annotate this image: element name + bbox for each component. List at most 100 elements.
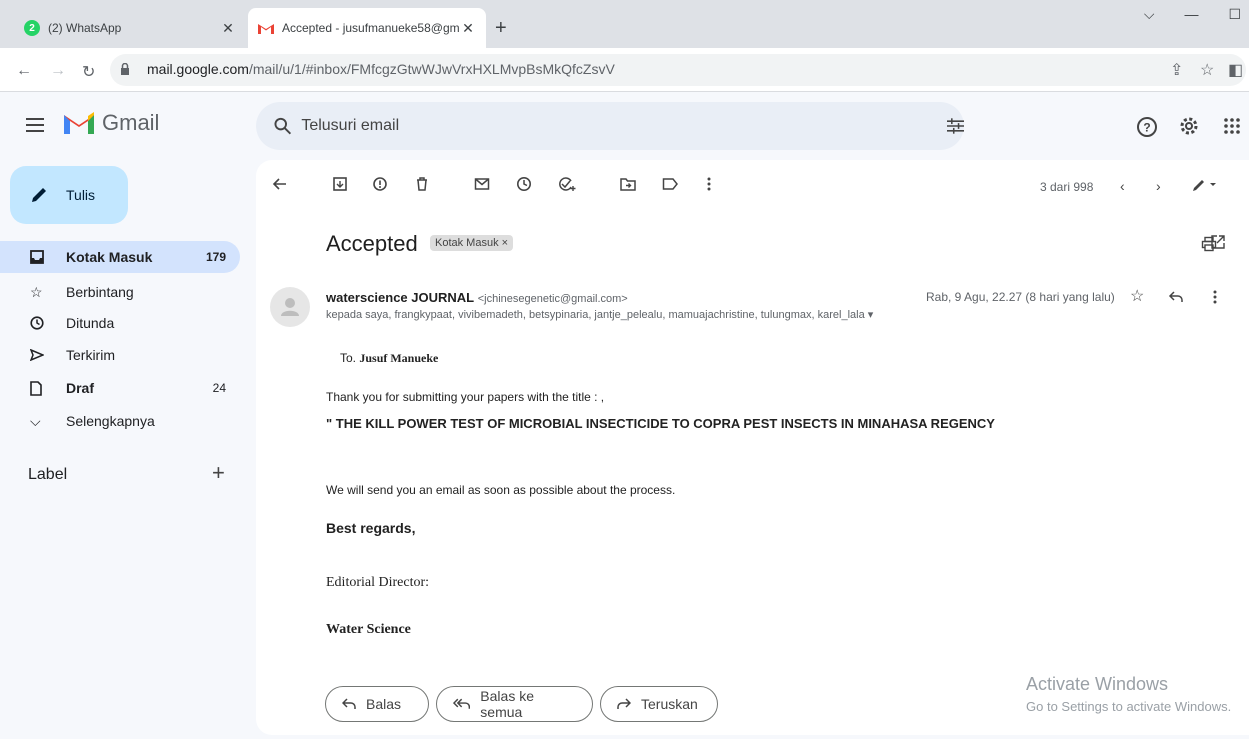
sidebar-item-label: Terkirim	[66, 347, 115, 363]
forward-arrow-icon	[617, 698, 631, 709]
add-task-icon[interactable]	[558, 176, 576, 192]
labels-heading: Label	[28, 466, 68, 483]
draft-count: 24	[212, 381, 226, 395]
search-options-icon[interactable]	[946, 118, 964, 134]
bookmark-star-icon[interactable]: ☆	[1200, 60, 1214, 80]
trash-icon[interactable]	[414, 176, 430, 192]
reply-arrow-icon[interactable]	[1168, 290, 1184, 304]
move-to-icon[interactable]	[620, 176, 636, 192]
search-icon[interactable]	[274, 117, 292, 135]
snooze-clock-icon[interactable]	[516, 176, 532, 192]
sidebar-panel-icon[interactable]: ◧	[1228, 60, 1243, 80]
body-to-line: To. Jusuf Manueke	[340, 351, 438, 366]
back-arrow-icon[interactable]	[272, 176, 288, 192]
share-icon[interactable]: ⇪	[1170, 60, 1183, 80]
body-org: Water Science	[326, 622, 411, 637]
archive-icon[interactable]	[332, 176, 348, 192]
reply-all-button[interactable]: Balas ke semua	[436, 686, 593, 722]
sender-email: <jchinesegenetic@gmail.com>	[477, 293, 628, 305]
sidebar-item-label: Berbintang	[66, 284, 134, 300]
close-tab-icon[interactable]: ✕	[220, 20, 236, 37]
sidebar-item-sent[interactable]: Terkirim	[0, 339, 240, 371]
star-icon: ☆	[30, 283, 43, 300]
search-bar[interactable]	[256, 102, 964, 150]
open-new-window-icon[interactable]	[1210, 234, 1226, 250]
reply-label: Balas	[366, 696, 402, 712]
more-vertical-icon[interactable]	[706, 176, 712, 192]
sidebar-item-label: Selengkapnya	[66, 413, 155, 429]
paper-title: " THE KILL POWER TEST OF MICROBIAL INSEC…	[326, 416, 995, 431]
lock-icon[interactable]	[120, 63, 130, 76]
apps-grid-icon[interactable]	[1224, 118, 1240, 134]
url-path: /mail/u/1/#inbox/FMfcgzGtwWJwVrxHXLMvpBs…	[248, 61, 615, 77]
tab-whatsapp[interactable]: 2 (2) WhatsApp ✕	[14, 8, 246, 48]
new-tab-button[interactable]: +	[495, 17, 507, 40]
forward-arrow-icon[interactable]: →	[50, 62, 66, 80]
recipients-line[interactable]: kepada saya, frangkypaat, vivibemadeth, …	[326, 308, 873, 321]
chevron-down-icon: ⌵	[30, 412, 41, 429]
sidebar-item-snoozed[interactable]: Ditunda	[0, 307, 240, 339]
chevron-down-icon[interactable]: ⌵	[1144, 6, 1155, 23]
svg-text:?: ?	[1143, 121, 1150, 135]
gmail-logo[interactable]: Gmail	[64, 110, 159, 136]
compose-button[interactable]: Tulis	[10, 166, 128, 224]
close-tab-icon[interactable]: ✕	[460, 20, 476, 37]
pencil-icon	[32, 188, 46, 202]
unread-count: 179	[205, 250, 226, 264]
search-input[interactable]	[301, 117, 841, 135]
email-date: Rab, 9 Agu, 22.27 (8 hari yang lalu)	[926, 290, 1115, 304]
gmail-favicon-icon	[258, 24, 274, 34]
sidebar-item-label: Kotak Masuk	[66, 249, 153, 265]
body-line-2: We will send you an email as soon as pos…	[326, 483, 676, 497]
inbox-icon	[30, 250, 50, 264]
watermark-subtitle: Go to Settings to activate Windows.	[1026, 699, 1232, 714]
person-icon	[281, 298, 299, 316]
sidebar-item-drafts[interactable]: Draf 24	[0, 372, 240, 404]
url-text[interactable]: mail.google.com/mail/u/1/#inbox/FMfcgzGt…	[147, 61, 615, 77]
add-label-button[interactable]: +	[212, 460, 225, 486]
sender-avatar[interactable]	[270, 287, 310, 327]
report-spam-icon[interactable]	[372, 176, 388, 192]
activate-windows-watermark: Activate Windows Go to Settings to activ…	[1026, 674, 1231, 714]
sender-line: waterscience JOURNAL <jchinesegenetic@gm…	[326, 290, 628, 305]
star-icon[interactable]: ☆	[1130, 286, 1144, 306]
reply-all-icon	[453, 698, 471, 709]
forward-button[interactable]: Teruskan	[600, 686, 718, 722]
sender-name[interactable]: waterscience JOURNAL	[326, 290, 474, 305]
back-arrow-icon[interactable]: ←	[16, 62, 32, 80]
compose-label: Tulis	[66, 187, 96, 203]
settings-gear-icon[interactable]	[1178, 115, 1200, 137]
gmail-m-icon	[64, 112, 94, 134]
label-tag-icon[interactable]	[662, 176, 678, 192]
body-to-prefix: To.	[340, 351, 360, 365]
input-tools-pencil-icon[interactable]	[1192, 178, 1218, 192]
gmail-wordmark: Gmail	[102, 110, 160, 135]
chevron-right-icon[interactable]: ›	[1156, 178, 1161, 194]
inbox-label-chip[interactable]: Kotak Masuk ×	[430, 235, 514, 251]
window-controls: ⌵ — ☐	[1144, 6, 1249, 23]
body-to-name: Jusuf Manueke	[359, 351, 439, 365]
reply-all-label: Balas ke semua	[480, 688, 534, 720]
minimize-icon[interactable]: —	[1184, 6, 1198, 23]
sidebar-item-label: Draf	[66, 380, 95, 396]
forward-label: Teruskan	[641, 696, 698, 712]
chevron-left-icon[interactable]: ‹	[1120, 178, 1125, 194]
reply-arrow-icon	[342, 698, 356, 709]
sidebar-item-inbox[interactable]: Kotak Masuk 179	[0, 241, 240, 273]
sidebar-item-starred[interactable]: ☆ Berbintang	[0, 276, 240, 308]
reload-icon[interactable]: ↻	[82, 62, 95, 82]
sidebar-item-label: Ditunda	[66, 315, 115, 331]
help-icon[interactable]: ?	[1136, 116, 1158, 138]
mark-unread-icon[interactable]	[474, 176, 490, 192]
url-host: mail.google.com	[147, 61, 249, 77]
main-menu-icon[interactable]	[26, 118, 44, 132]
body-director: Editorial Director:	[326, 575, 430, 590]
tab-title: Accepted - jusufmanueke58@gm	[282, 21, 460, 35]
reply-button[interactable]: Balas	[325, 686, 429, 722]
maximize-icon[interactable]: ☐	[1228, 6, 1241, 23]
send-icon	[30, 349, 50, 361]
sidebar-item-more[interactable]: ⌵ Selengkapnya	[0, 405, 240, 437]
email-subject: Accepted	[326, 231, 418, 256]
tab-gmail[interactable]: Accepted - jusufmanueke58@gm ✕	[248, 8, 486, 48]
more-vertical-icon[interactable]	[1212, 289, 1218, 305]
